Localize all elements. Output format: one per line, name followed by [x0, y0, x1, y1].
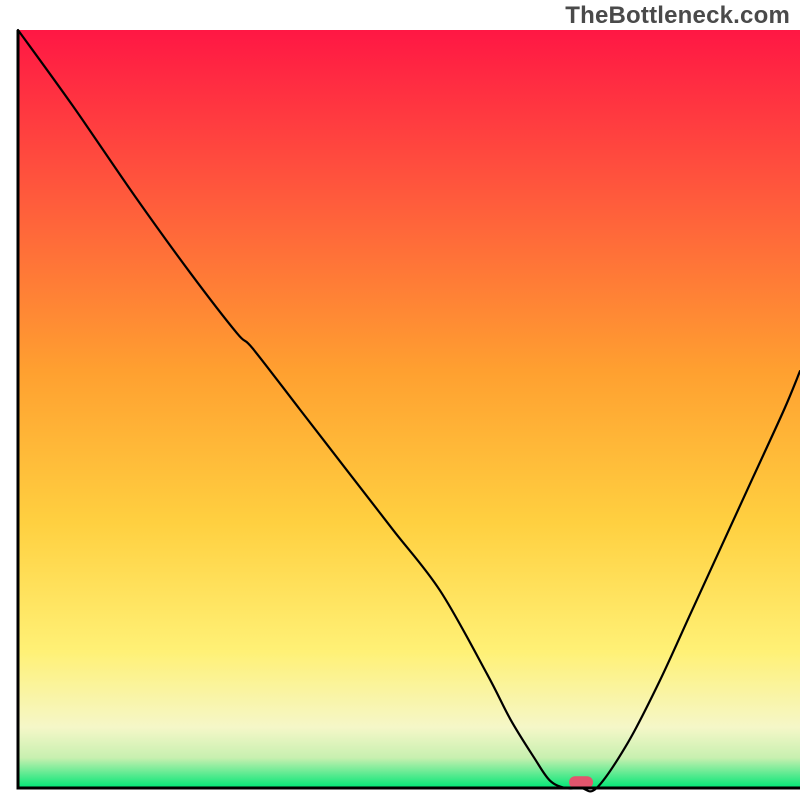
chart-container: { "watermark": "TheBottleneck.com", "col… [0, 0, 800, 800]
optimum-marker [569, 776, 593, 788]
plot-background [18, 30, 800, 788]
bottleneck-chart [0, 0, 800, 800]
